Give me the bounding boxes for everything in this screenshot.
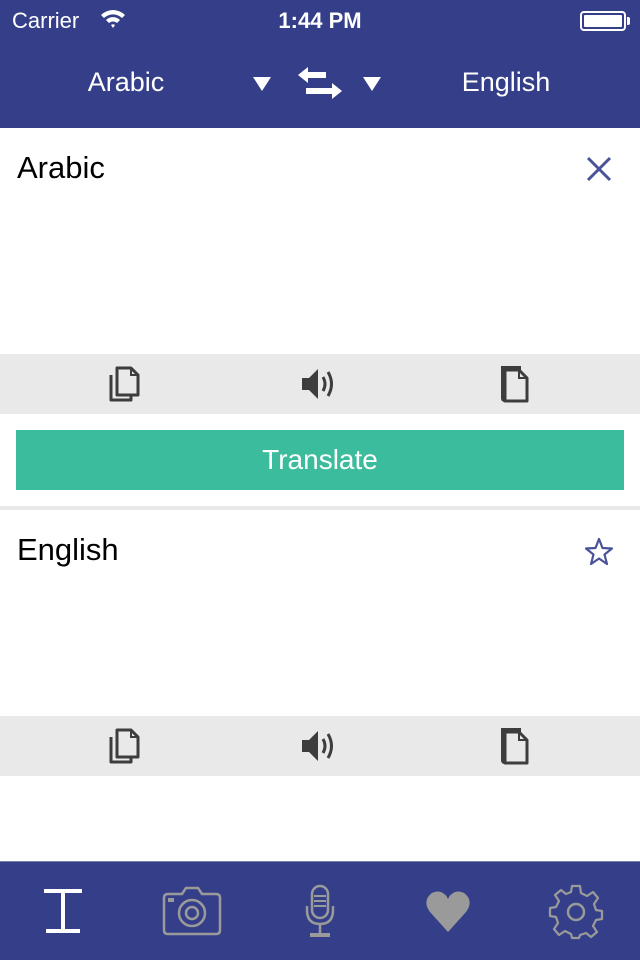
text-cursor-icon[interactable] — [31, 884, 95, 940]
close-icon[interactable] — [584, 154, 614, 184]
battery-icon — [580, 11, 626, 31]
microphone-icon[interactable] — [288, 884, 352, 940]
copy-icon[interactable] — [103, 362, 147, 406]
input-action-bar — [0, 354, 640, 414]
target-language-selector[interactable]: English — [420, 67, 592, 98]
swap-arrows-icon[interactable] — [296, 64, 344, 104]
battery-tip — [627, 17, 630, 25]
camera-icon[interactable] — [160, 884, 224, 940]
source-dropdown-icon[interactable] — [253, 77, 271, 91]
target-dropdown-icon[interactable] — [363, 77, 381, 91]
input-text-area[interactable]: Arabic — [17, 150, 105, 186]
heart-icon[interactable] — [416, 884, 480, 940]
paste-icon[interactable] — [493, 724, 537, 768]
translate-button[interactable]: Translate — [16, 430, 624, 490]
output-action-bar — [0, 716, 640, 776]
output-text-area: English — [17, 532, 119, 567]
paste-icon[interactable] — [493, 362, 537, 406]
language-selector-bar: Arabic English — [0, 40, 640, 128]
speaker-icon[interactable] — [298, 724, 342, 768]
star-outline-icon[interactable] — [582, 535, 616, 569]
status-bar: Carrier 1:44 PM — [0, 0, 640, 40]
speaker-icon[interactable] — [298, 362, 342, 406]
header: Carrier 1:44 PM Arabic English — [0, 0, 640, 128]
clock: 1:44 PM — [278, 8, 362, 33]
tab-bar — [0, 861, 640, 960]
source-language-selector[interactable]: Arabic — [40, 67, 212, 98]
gear-icon[interactable] — [544, 884, 608, 940]
copy-icon[interactable] — [103, 724, 147, 768]
section-divider — [0, 506, 640, 510]
